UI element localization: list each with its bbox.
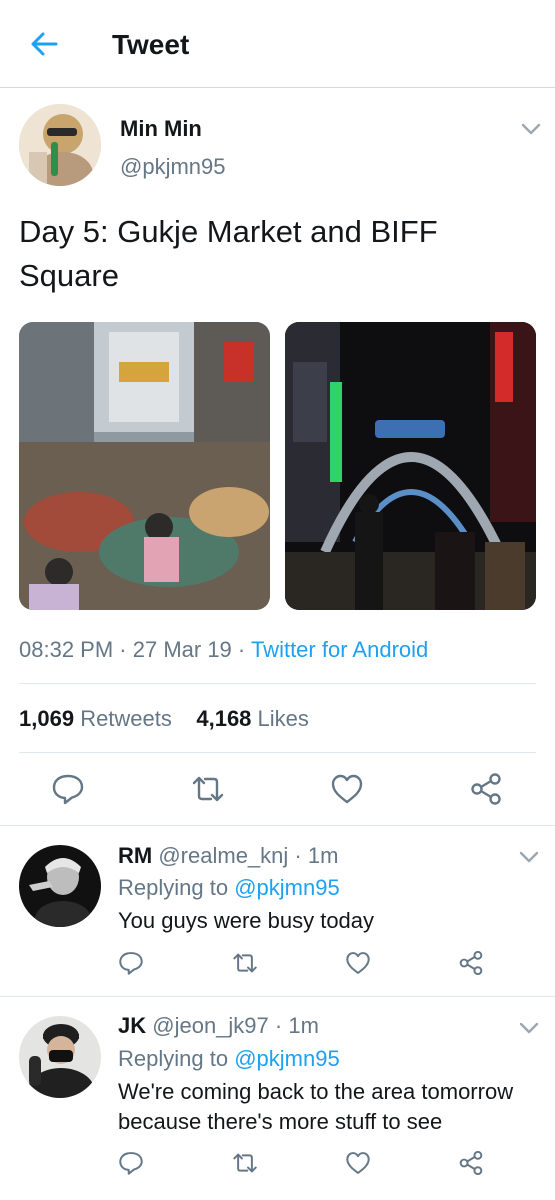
divider	[19, 752, 536, 753]
retweet-icon[interactable]	[191, 772, 225, 806]
reply-text: We're coming back to the area tomorrow b…	[118, 1079, 514, 1134]
likes-label: Likes	[257, 706, 309, 731]
chevron-down-icon[interactable]	[518, 1021, 540, 1035]
tweet-date: 27 Mar 19	[132, 637, 232, 662]
likes-count: 4,168	[196, 706, 252, 731]
reply-author-name: JK	[118, 1013, 147, 1038]
replying-to: Replying to @pkjmn95	[118, 874, 340, 902]
tweet-stats: 1,069 Retweets 4,168 Likes	[19, 705, 309, 733]
reply-author[interactable]: RM @realme_knj · 1m	[118, 842, 338, 870]
page-title: Tweet	[112, 29, 190, 60]
reply-time: 1m	[288, 1013, 319, 1038]
meta-separator: ·	[113, 637, 133, 662]
reply-author-handle: @jeon_jk97	[152, 1013, 269, 1038]
meta-separator: ·	[268, 1013, 289, 1038]
tweet-text: Day 5: Gukje Market and BIFF Square	[19, 214, 438, 293]
retweet-icon[interactable]	[232, 1150, 258, 1176]
reply-icon[interactable]	[118, 950, 144, 976]
reply-author-name: RM	[118, 843, 153, 868]
top-bar: Tweet	[0, 0, 555, 88]
chevron-down-icon[interactable]	[518, 850, 540, 864]
chevron-down-icon[interactable]	[520, 122, 542, 136]
biff-photo-image	[285, 322, 536, 610]
reply-author[interactable]: JK @jeon_jk97 · 1m	[118, 1012, 319, 1040]
reply-author-handle: @realme_knj	[158, 843, 289, 868]
divider	[0, 825, 555, 826]
reply-icon[interactable]	[118, 1150, 144, 1176]
tweet-photo-biff-square[interactable]	[285, 322, 536, 610]
divider	[19, 683, 536, 684]
replying-to-handle-link[interactable]: @pkjmn95	[234, 1046, 340, 1071]
retweet-icon[interactable]	[232, 950, 258, 976]
share-icon[interactable]	[458, 1150, 484, 1176]
retweets-count: 1,069	[19, 706, 75, 731]
reply-time: 1m	[307, 843, 339, 868]
share-icon[interactable]	[469, 772, 503, 806]
author-handle[interactable]: @pkjmn95	[120, 154, 226, 180]
like-icon[interactable]	[345, 950, 371, 976]
replying-to-handle-link[interactable]: @pkjmn95	[234, 875, 340, 900]
tweet-time: 08:32 PM	[19, 637, 114, 662]
replying-to: Replying to @pkjmn95	[118, 1045, 340, 1073]
avatar-image	[19, 104, 101, 186]
likes-stat[interactable]: 4,168 Likes	[196, 706, 309, 731]
retweets-label: Retweets	[80, 706, 172, 731]
tweet-photo-market[interactable]	[19, 322, 270, 610]
tweet-timestamp: 08:32 PM · 27 Mar 19 · Twitter for Andro…	[19, 636, 428, 664]
share-icon[interactable]	[458, 950, 484, 976]
reply-text: You guys were busy today	[118, 908, 375, 933]
retweets-stat[interactable]: 1,069 Retweets	[19, 706, 172, 731]
back-arrow-icon[interactable]	[28, 28, 60, 60]
replying-to-label: Replying to	[118, 875, 229, 900]
avatar[interactable]	[19, 104, 101, 186]
reply-avatar[interactable]	[19, 1016, 101, 1098]
divider	[0, 996, 555, 997]
reply-avatar[interactable]	[19, 845, 101, 927]
reply-icon[interactable]	[51, 772, 85, 806]
like-icon[interactable]	[345, 1150, 371, 1176]
meta-separator: ·	[231, 637, 251, 662]
tweet-client-link[interactable]: Twitter for Android	[251, 637, 428, 662]
avatar-image	[19, 1016, 101, 1098]
author-name[interactable]: Min Min	[120, 116, 202, 142]
market-photo-image	[19, 322, 270, 610]
meta-separator: ·	[288, 843, 308, 868]
like-icon[interactable]	[330, 772, 364, 806]
replying-to-label: Replying to	[118, 1046, 229, 1071]
avatar-image	[19, 845, 101, 927]
